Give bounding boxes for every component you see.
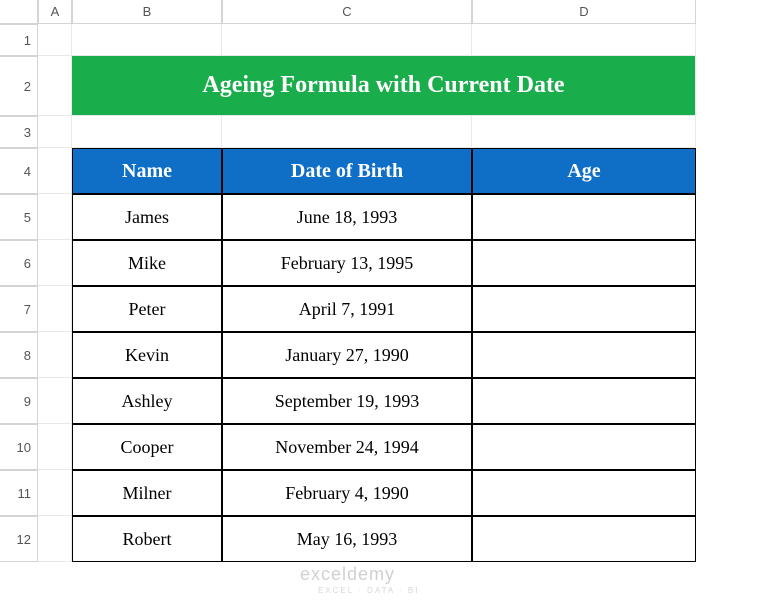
th-dob[interactable]: Date of Birth: [222, 148, 472, 194]
row-header-8[interactable]: 8: [0, 332, 38, 378]
row-header-11[interactable]: 11: [0, 470, 38, 516]
col-header-c[interactable]: C: [222, 0, 472, 24]
row-header-3[interactable]: 3: [0, 116, 38, 148]
row-header-5[interactable]: 5: [0, 194, 38, 240]
row-header-10[interactable]: 10: [0, 424, 38, 470]
cell-a8[interactable]: [38, 332, 72, 378]
td-dob[interactable]: September 19, 1993: [222, 378, 472, 424]
td-age[interactable]: [472, 286, 696, 332]
cell-a10[interactable]: [38, 424, 72, 470]
td-age[interactable]: [472, 194, 696, 240]
cell-a6[interactable]: [38, 240, 72, 286]
row-header-9[interactable]: 9: [0, 378, 38, 424]
td-dob[interactable]: February 13, 1995: [222, 240, 472, 286]
cell-a1[interactable]: [38, 24, 72, 56]
td-name[interactable]: Ashley: [72, 378, 222, 424]
td-name[interactable]: Mike: [72, 240, 222, 286]
cell-a11[interactable]: [38, 470, 72, 516]
watermark: exceldemy: [300, 564, 395, 585]
cell-c3[interactable]: [222, 116, 472, 148]
cell-a7[interactable]: [38, 286, 72, 332]
cell-a2[interactable]: [38, 56, 72, 116]
col-header-d[interactable]: D: [472, 0, 696, 24]
th-age[interactable]: Age: [472, 148, 696, 194]
td-name[interactable]: Milner: [72, 470, 222, 516]
row-header-2[interactable]: 2: [0, 56, 38, 116]
td-age[interactable]: [472, 516, 696, 562]
td-age[interactable]: [472, 332, 696, 378]
td-dob[interactable]: May 16, 1993: [222, 516, 472, 562]
watermark-sub: EXCEL · DATA · BI: [318, 586, 419, 595]
td-name[interactable]: Peter: [72, 286, 222, 332]
th-name[interactable]: Name: [72, 148, 222, 194]
td-name[interactable]: Kevin: [72, 332, 222, 378]
cell-a5[interactable]: [38, 194, 72, 240]
td-age[interactable]: [472, 240, 696, 286]
td-name[interactable]: Robert: [72, 516, 222, 562]
page-title[interactable]: Ageing Formula with Current Date: [72, 56, 696, 116]
td-name[interactable]: Cooper: [72, 424, 222, 470]
td-dob[interactable]: November 24, 1994: [222, 424, 472, 470]
cell-d3[interactable]: [472, 116, 696, 148]
row-header-7[interactable]: 7: [0, 286, 38, 332]
td-age[interactable]: [472, 378, 696, 424]
col-header-b[interactable]: B: [72, 0, 222, 24]
select-all-corner[interactable]: [0, 0, 38, 24]
td-age[interactable]: [472, 470, 696, 516]
cell-d1[interactable]: [472, 24, 696, 56]
cell-c1[interactable]: [222, 24, 472, 56]
td-dob[interactable]: April 7, 1991: [222, 286, 472, 332]
cell-a9[interactable]: [38, 378, 72, 424]
row-header-4[interactable]: 4: [0, 148, 38, 194]
cell-b1[interactable]: [72, 24, 222, 56]
td-age[interactable]: [472, 424, 696, 470]
row-header-12[interactable]: 12: [0, 516, 38, 562]
td-dob[interactable]: February 4, 1990: [222, 470, 472, 516]
cell-a12[interactable]: [38, 516, 72, 562]
td-name[interactable]: James: [72, 194, 222, 240]
row-header-1[interactable]: 1: [0, 24, 38, 56]
row-header-6[interactable]: 6: [0, 240, 38, 286]
cell-b3[interactable]: [72, 116, 222, 148]
td-dob[interactable]: January 27, 1990: [222, 332, 472, 378]
cell-a3[interactable]: [38, 116, 72, 148]
spreadsheet-grid[interactable]: A B C D 1 2 Ageing Formula with Current …: [0, 0, 767, 562]
cell-a4[interactable]: [38, 148, 72, 194]
col-header-a[interactable]: A: [38, 0, 72, 24]
td-dob[interactable]: June 18, 1993: [222, 194, 472, 240]
